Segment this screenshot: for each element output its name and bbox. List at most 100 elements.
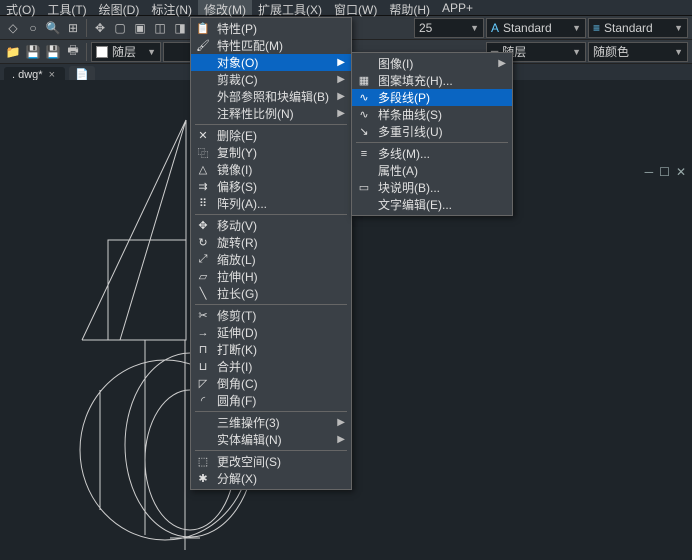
- separator: [195, 304, 347, 305]
- menu-rotate[interactable]: ↻旋转(R): [191, 234, 351, 251]
- menu-copy[interactable]: ⿻复制(Y): [191, 144, 351, 161]
- submenu-polyline[interactable]: ∿多段线(P): [352, 89, 512, 106]
- tool-save2-icon[interactable]: 💾: [44, 43, 62, 61]
- combo-scale-value: 25: [419, 21, 432, 35]
- combo-scale[interactable]: 25 ▼: [414, 18, 484, 38]
- submenu-spline[interactable]: ∿样条曲线(S): [352, 106, 512, 123]
- menu-clip[interactable]: 剪裁(C)▶: [191, 71, 351, 88]
- submenu-blockdesc[interactable]: ▭块说明(B)...: [352, 179, 512, 196]
- combo-textstyle-value: Standard: [503, 21, 552, 35]
- menu-stretch-label: 拉伸(H): [217, 268, 258, 285]
- tool-view2-icon[interactable]: ▣: [131, 19, 149, 37]
- menu-move[interactable]: ✥移动(V): [191, 217, 351, 234]
- combo-color-label: 随层: [112, 43, 136, 60]
- tool-toggle-icon[interactable]: ⊞: [64, 19, 82, 37]
- submenu-hatch[interactable]: ▦图案填充(H)...: [352, 72, 512, 89]
- menu-scale[interactable]: ⤢缩放(L): [191, 251, 351, 268]
- separator: [356, 142, 508, 143]
- menu-app[interactable]: APP+: [436, 0, 479, 15]
- tool-pan-icon[interactable]: ✥: [91, 19, 109, 37]
- menu-changespace[interactable]: ⬚ 更改空间(S): [191, 453, 351, 470]
- submenu-image-label: 图像(I): [378, 55, 413, 72]
- minimize-icon[interactable]: ─: [645, 165, 654, 179]
- textstyle-icon: A: [491, 21, 499, 35]
- menu-3dops[interactable]: 三维操作(3)▶: [191, 414, 351, 431]
- menu-solidedit[interactable]: 实体编辑(N)▶: [191, 431, 351, 448]
- menu-extend[interactable]: →延伸(D): [191, 324, 351, 341]
- tool-view3-icon[interactable]: ◫: [151, 19, 169, 37]
- menu-annoscale-label: 注释性比例(N): [217, 105, 294, 122]
- submenu-mleader-label: 多重引线(U): [378, 123, 443, 140]
- menu-dimension[interactable]: 标注(N): [145, 0, 198, 15]
- menu-xref-edit[interactable]: 外部参照和块编辑(B)▶: [191, 88, 351, 105]
- tool-circle-icon[interactable]: ○: [24, 19, 42, 37]
- color-swatch: [96, 46, 108, 58]
- close-icon[interactable]: ✕: [676, 165, 686, 179]
- menu-annoscale[interactable]: 注释性比例(N)▶: [191, 105, 351, 122]
- tool-view4-icon[interactable]: ◨: [171, 19, 189, 37]
- menu-mirror[interactable]: △镜像(I): [191, 161, 351, 178]
- menu-modify[interactable]: 修改(M): [198, 0, 252, 15]
- menu-lengthen[interactable]: ╲拉长(G): [191, 285, 351, 302]
- menu-stretch[interactable]: ▱拉伸(H): [191, 268, 351, 285]
- menu-tools[interactable]: 工具(T): [41, 0, 92, 15]
- tool-layer-icon[interactable]: ◇: [4, 19, 22, 37]
- menu-trim[interactable]: ✂修剪(T): [191, 307, 351, 324]
- modify-menu-dropdown: 📋特性(P) 🖌特性匹配(M) 对象(O)▶ 剪裁(C)▶ 外部参照和块编辑(B…: [190, 17, 352, 490]
- chevron-down-icon: ▼: [572, 47, 581, 57]
- menu-format[interactable]: 式(O): [0, 0, 41, 15]
- submenu-arrow-icon: ▶: [337, 417, 345, 428]
- menu-fillet-label: 圆角(F): [217, 392, 256, 409]
- chevron-down-icon: ▼: [674, 47, 683, 57]
- menu-erase[interactable]: ✕删除(E): [191, 127, 351, 144]
- submenu-mline[interactable]: ≡多线(M)...: [352, 145, 512, 162]
- tool-view1-icon[interactable]: ▢: [111, 19, 129, 37]
- menu-join[interactable]: ⊔合并(I): [191, 358, 351, 375]
- menu-chamfer-label: 倒角(C): [217, 375, 258, 392]
- menu-help[interactable]: 帮助(H): [383, 0, 436, 15]
- menu-chamfer[interactable]: ◸倒角(C): [191, 375, 351, 392]
- tool-save-icon[interactable]: 💾: [24, 43, 42, 61]
- menu-offset-label: 偏移(S): [217, 178, 257, 195]
- menu-offset[interactable]: ⇉偏移(S): [191, 178, 351, 195]
- changespace-icon: ⬚: [195, 455, 211, 468]
- tool-zoom-icon[interactable]: 🔍: [44, 19, 62, 37]
- combo-plotstyle[interactable]: 随颜色 ▼: [588, 42, 688, 62]
- hatch-icon: ▦: [356, 74, 372, 87]
- menu-draw[interactable]: 绘图(D): [93, 0, 146, 15]
- submenu-image[interactable]: 图像(I)▶: [352, 55, 512, 72]
- menu-break[interactable]: ⊓打断(K): [191, 341, 351, 358]
- menu-changespace-label: 更改空间(S): [217, 453, 281, 470]
- tool-print-icon[interactable]: 🖶: [64, 43, 82, 61]
- menu-mirror-label: 镜像(I): [217, 161, 252, 178]
- maximize-icon[interactable]: ☐: [659, 165, 670, 179]
- submenu-attribute[interactable]: 属性(A): [352, 162, 512, 179]
- chevron-down-icon: ▼: [674, 23, 683, 33]
- separator: [195, 124, 347, 125]
- submenu-textedit[interactable]: 文字编辑(E)...: [352, 196, 512, 213]
- submenu-attribute-label: 属性(A): [378, 162, 418, 179]
- menu-explode[interactable]: ✱ 分解(X): [191, 470, 351, 487]
- menu-window[interactable]: 窗口(W): [328, 0, 383, 15]
- move-icon: ✥: [195, 219, 211, 232]
- chevron-down-icon: ▼: [147, 47, 156, 57]
- menu-break-label: 打断(K): [217, 341, 257, 358]
- combo-dimstyle[interactable]: ≡ Standard ▼: [588, 18, 688, 38]
- tool-open-icon[interactable]: 📁: [4, 43, 22, 61]
- menu-matchprop[interactable]: 🖌特性匹配(M): [191, 37, 351, 54]
- menu-object[interactable]: 对象(O)▶: [191, 54, 351, 71]
- combo-color[interactable]: 随层 ▼: [91, 42, 161, 62]
- menu-fillet[interactable]: ◜ 圆角(F): [191, 392, 351, 409]
- menu-array[interactable]: ⠿阵列(A)...: [191, 195, 351, 212]
- menu-properties[interactable]: 📋特性(P): [191, 20, 351, 37]
- menu-explode-label: 分解(X): [217, 470, 257, 487]
- menu-express[interactable]: 扩展工具(X): [252, 0, 328, 15]
- erase-icon: ✕: [195, 129, 211, 142]
- submenu-blockdesc-label: 块说明(B)...: [378, 179, 440, 196]
- menu-matchprop-label: 特性匹配(M): [217, 37, 283, 54]
- submenu-arrow-icon: ▶: [337, 434, 345, 445]
- submenu-mleader[interactable]: ↘多重引线(U): [352, 123, 512, 140]
- explode-icon: ✱: [195, 472, 211, 485]
- fillet-icon: ◜: [195, 394, 211, 407]
- combo-textstyle[interactable]: A Standard ▼: [486, 18, 586, 38]
